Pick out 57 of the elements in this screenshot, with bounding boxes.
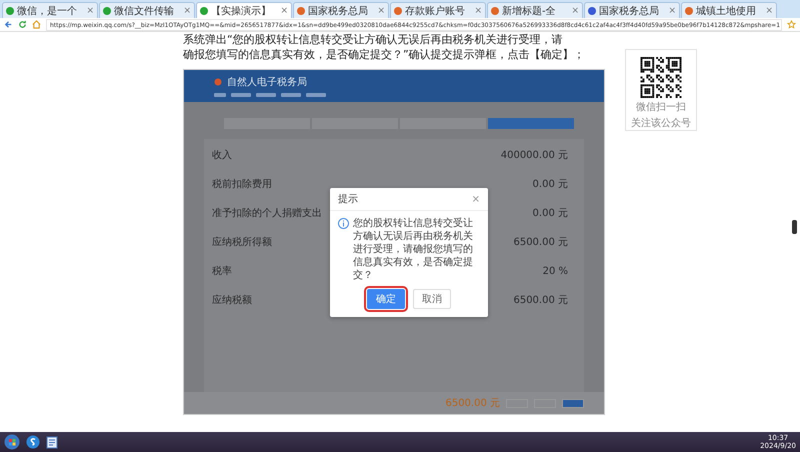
site-icon xyxy=(588,6,596,14)
dialog-title: 提示 xyxy=(338,193,358,206)
browser-tab[interactable]: 城镇土地使用 × xyxy=(681,2,777,18)
tab-close[interactable]: × xyxy=(183,6,191,16)
row-value: 6500.00 元 xyxy=(512,294,568,307)
back-icon[interactable] xyxy=(4,20,13,29)
browser-tab[interactable]: 微信文件传输 × xyxy=(99,2,195,18)
row-label: 税率 xyxy=(212,264,232,278)
row-label: 准予扣除的个人捐赠支出 xyxy=(212,206,322,220)
site-title: 自然人电子税务局 xyxy=(227,76,307,89)
browser-tab[interactable]: 国家税务总局 × xyxy=(584,2,680,18)
browser-tab[interactable]: 新增标题-全 × xyxy=(487,2,583,18)
document-icon[interactable] xyxy=(46,436,58,448)
qr-caption: 关注该公众号 xyxy=(631,116,691,130)
site-icon xyxy=(103,6,111,14)
total-amount: 6500.00 元 xyxy=(445,397,500,410)
tab-close[interactable]: × xyxy=(571,6,579,16)
row-label: 应纳税额 xyxy=(212,294,252,307)
dialog-message: 您的股权转让信息转交受让方确认无误后再由税务机关进行受理，请确报您填写的信息真实有效，是否确定提交？ xyxy=(353,217,474,282)
browser-tab[interactable]: 微信，是一个 × xyxy=(2,2,98,18)
row-value: 400000.00 元 xyxy=(500,149,568,162)
confirm-button[interactable]: 确定 xyxy=(367,289,405,309)
row-value: 0.00 元 xyxy=(532,207,568,220)
article-text: 系统弹出“您的股权转让信息转交受让方确认无误后再由税务机关进行受理，请 xyxy=(183,32,563,47)
row-value: 20 % xyxy=(542,266,568,276)
article-text: 确报您填写的信息真实有效，是否确定提交？”确认提交提示弹框，点击【确定】； xyxy=(183,47,585,62)
emblem-icon xyxy=(214,78,222,86)
tab-close[interactable]: × xyxy=(668,6,676,16)
footer-button[interactable] xyxy=(562,398,584,408)
info-icon xyxy=(338,218,349,229)
browser-tab[interactable]: 存款账户账号 × xyxy=(390,2,486,18)
site-icon xyxy=(491,6,499,14)
site-icon xyxy=(394,6,402,14)
site-icon xyxy=(685,6,693,14)
browser-icon[interactable] xyxy=(26,435,40,449)
home-icon[interactable] xyxy=(32,20,41,29)
tab-close[interactable]: × xyxy=(765,6,773,16)
tab-close[interactable]: × xyxy=(280,6,288,16)
qr-caption: 微信扫一扫 xyxy=(636,100,686,114)
row-value: 6500.00 元 xyxy=(512,236,568,249)
tab-close[interactable]: × xyxy=(377,6,385,16)
browser-tab[interactable]: 【实操演示】 × xyxy=(196,2,292,18)
row-label: 收入 xyxy=(212,148,232,162)
site-icon xyxy=(200,6,208,14)
row-label: 应纳税所得额 xyxy=(212,236,272,249)
tab-close[interactable]: × xyxy=(474,6,482,16)
cancel-button[interactable]: 取消 xyxy=(413,289,451,309)
star-icon[interactable] xyxy=(787,20,796,29)
site-icon xyxy=(297,6,305,14)
start-icon[interactable] xyxy=(4,434,20,450)
tab-close[interactable]: × xyxy=(86,6,94,16)
site-icon xyxy=(6,6,14,14)
row-value: 0.00 元 xyxy=(532,178,568,191)
browser-tab[interactable]: 国家税务总局 × xyxy=(293,2,389,18)
row-label: 税前扣除费用 xyxy=(212,178,272,191)
refresh-icon[interactable] xyxy=(18,20,27,29)
scrollbar-thumb[interactable] xyxy=(792,220,797,234)
